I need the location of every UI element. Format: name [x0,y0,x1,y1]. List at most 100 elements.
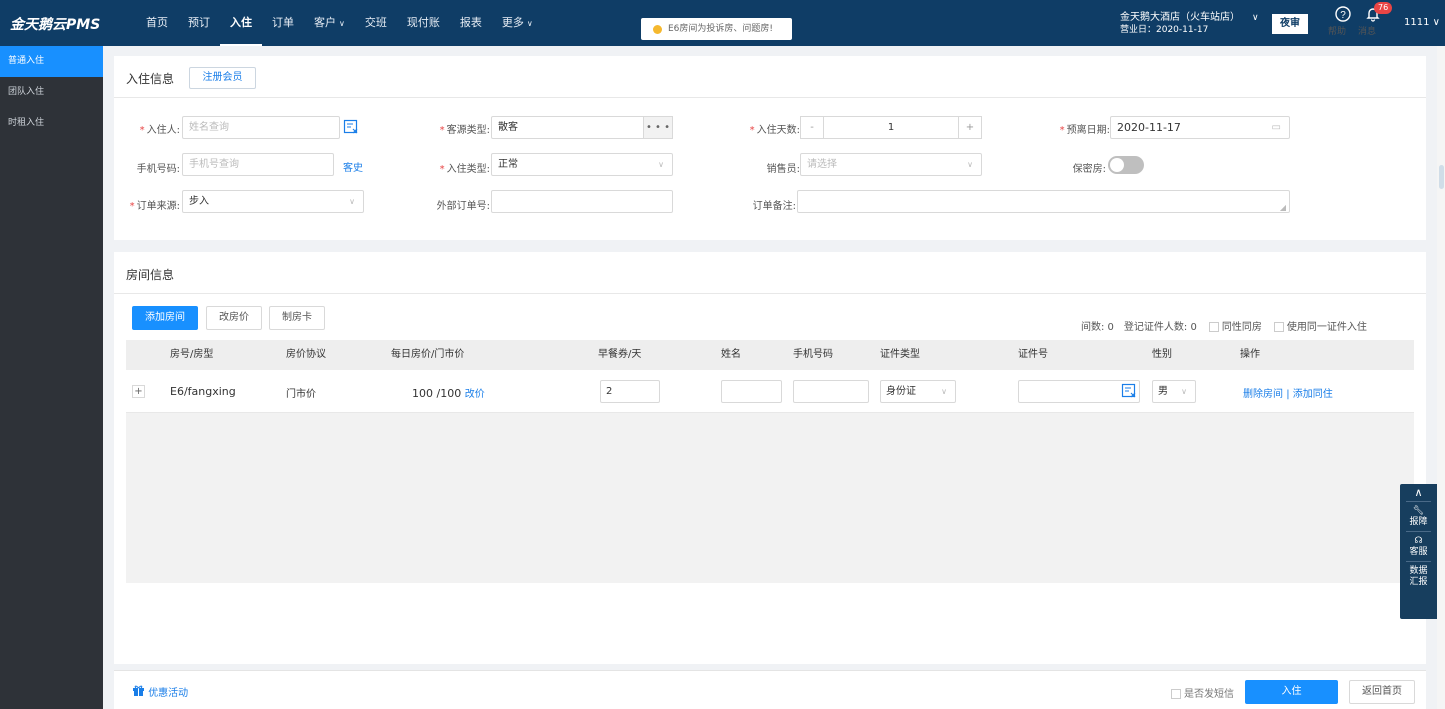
nav-item-7[interactable]: 报表 [450,0,492,46]
help-button[interactable]: ? 帮助 [1328,6,1358,37]
back-home-button[interactable]: 返回首页 [1349,680,1415,704]
hotel-selector[interactable]: 金天鹅大酒店（火车站店） 营业日：2020-11-17 [1120,11,1240,37]
leave-date-picker[interactable]: 2020-11-17 ▭ [1110,116,1290,139]
col-room: 房号/房型 [170,349,214,360]
id-card-read-icon[interactable] [1121,383,1137,407]
change-price-link[interactable]: 改价 [465,389,485,400]
messages-button[interactable]: 消息 76 [1358,2,1393,37]
nav-item-1[interactable]: 预订 [178,0,220,46]
checkin-submit-button[interactable]: 入住 [1245,680,1338,704]
gender-select[interactable]: 男 ∨ [1152,380,1196,403]
chevron-down-icon: ∨ [1181,387,1187,396]
add-cohabitant-link[interactable]: 添加同住 [1293,389,1333,400]
data-report-button[interactable]: 数据汇报 [1400,566,1437,588]
same-cert-checkbox[interactable]: 使用同一证件入住 [1273,318,1367,333]
notice-text: E6房间为投诉房、问题房! [668,24,774,34]
night-audit-button[interactable]: 夜审 [1272,14,1308,34]
phone-label: 手机号码: [136,164,180,175]
plus-button[interactable]: + [958,116,982,139]
row-actions: 删除房间 | 添加同住 [1243,389,1333,400]
sms-checkbox[interactable]: 是否发短信 [1171,685,1234,700]
phone-input[interactable]: 手机号查询 [182,153,334,176]
chevron-down-icon: ∨ [526,19,533,28]
change-price-button[interactable]: 改房价 [206,306,262,330]
chevron-down-icon[interactable]: ∨ [1252,13,1259,23]
guest-history-link[interactable]: 客史 [343,159,363,174]
sidebar-item-2[interactable]: 时租入住 [0,108,103,139]
nav-item-4[interactable]: 客户 ∨ [304,0,355,46]
scrollbar-thumb[interactable] [1439,165,1444,189]
promo-link[interactable]: 优惠活动 [132,684,188,699]
order-remark-textarea[interactable]: ◢ [797,190,1290,213]
guest-name-cell-input[interactable] [721,380,782,403]
checkin-type-label: * 入住类型: [439,164,490,175]
external-order-input[interactable] [491,190,673,213]
guest-type-select[interactable]: 散客 • • • [491,116,673,139]
col-name: 姓名 [721,349,741,360]
chevron-up-icon[interactable]: ∧ [1400,487,1437,498]
table-row: + E6/fangxing 门市价 100 /100 改价 2 身份证 ∨ 男 ∨ … [126,371,1414,413]
guest-phone-cell-input[interactable] [793,380,869,403]
cert-no-input[interactable] [1018,380,1140,403]
col-phone: 手机号码 [793,349,833,360]
scrollbar-track[interactable] [1437,46,1445,709]
room-count: 间数: 0 [1081,322,1114,333]
main-nav: 首页 预订 入住 订单 客户 ∨ 交班 现付账 报表 更多 ∨ [136,0,543,46]
warning-dot-icon [653,24,662,34]
chevron-down-icon: ∨ [967,160,973,169]
sidebar-item-1[interactable]: 团队入住 [0,77,103,108]
make-card-button[interactable]: 制房卡 [269,306,325,330]
guest-label: * 入住人: [139,125,180,136]
nav-item-2[interactable]: 入住 [220,0,262,46]
chevron-down-icon: ∨ [941,387,947,396]
sidebar: 普通入住 团队入住 时租入住 [0,46,103,709]
breakfast-input[interactable]: 2 [600,380,660,403]
order-source-select[interactable]: 步入 ∨ [182,190,364,213]
more-icon[interactable]: • • • [643,116,673,139]
stay-days-value: 1 [887,122,895,133]
svg-text:?: ? [1340,10,1346,21]
guest-type-label: * 客源类型: [439,125,490,136]
cert-type-select[interactable]: 身份证 ∨ [880,380,956,403]
help-icon: ? [1328,6,1358,26]
hotel-name: 金天鹅大酒店（火车站店） [1120,12,1240,23]
minus-button[interactable]: - [800,116,824,139]
room-info-title: 房间信息 [126,268,175,282]
chevron-down-icon: ∨ [339,19,345,28]
divider [114,293,1426,294]
register-member-button[interactable]: 注册会员 [189,67,256,89]
repair-button[interactable]: 🔧︎ 报障 [1400,506,1437,528]
col-cert-no: 证件号 [1018,349,1048,360]
messages-label: 消息 [1358,27,1377,37]
user-menu[interactable]: 1111 ∨ [1404,17,1440,28]
col-gender: 性别 [1152,349,1172,360]
expand-button[interactable]: + [132,385,145,398]
sales-select[interactable]: 请选择 ∨ [800,153,982,176]
nav-item-8[interactable]: 更多 ∨ [492,0,543,46]
notice-banner[interactable]: E6房间为投诉房、问题房! [641,18,792,40]
stay-days-stepper[interactable]: - 1 + [800,116,982,139]
add-room-button[interactable]: 添加房间 [132,306,198,330]
checkin-type-select[interactable]: 正常 ∨ [491,153,673,176]
room-table-header: 房号/房型 房价协议 每日房价/门市价 早餐券/天 姓名 手机号码 证件类型 证… [126,340,1414,370]
nav-item-0[interactable]: 首页 [136,0,178,46]
same-gender-checkbox[interactable]: 同性同房 [1208,318,1262,333]
app-logo[interactable]: 金天鹅云PMS [10,14,100,34]
id-card-read-icon[interactable] [343,119,359,138]
nav-item-5[interactable]: 交班 [355,0,397,46]
divider [114,97,1426,98]
service-button[interactable]: ☊ 客服 [1400,536,1437,558]
guest-name-input[interactable]: 姓名查询 [182,116,340,139]
gift-icon [132,685,148,699]
chevron-down-icon: ∨ [349,197,355,206]
nav-item-3[interactable]: 订单 [262,0,304,46]
table-empty-area [126,413,1414,583]
message-count-badge: 76 [1374,2,1393,14]
nav-item-6[interactable]: 现付账 [397,0,450,46]
col-price: 每日房价/门市价 [391,349,465,360]
cert-count: 登记证件人数: 0 [1123,322,1197,333]
delete-room-link[interactable]: 删除房间 [1243,389,1283,400]
resize-handle-icon[interactable]: ◢ [1280,197,1286,218]
secret-room-toggle[interactable] [1108,156,1144,174]
sidebar-item-0[interactable]: 普通入住 [0,46,103,77]
